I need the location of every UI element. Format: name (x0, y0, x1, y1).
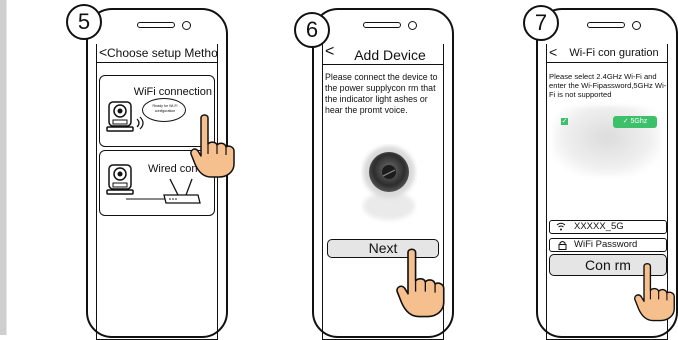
phone-speaker (137, 22, 175, 28)
phone-step-7: < Wi-Fi con guration Please select 2.4GH… (536, 8, 678, 340)
left-margin-line (6, 0, 7, 335)
pointing-hand-icon (190, 114, 235, 178)
router-icon (126, 178, 201, 204)
screen-title: Wi-Fi con guration (569, 47, 659, 59)
phone-step-6: < Add Device Please connect the device t… (312, 8, 454, 340)
next-button-label: Next (368, 240, 398, 256)
confirm-button-label: Con rm (585, 257, 631, 273)
step-number-7: 7 (523, 5, 559, 41)
wifi-password-placeholder: WiFi Password (574, 239, 638, 250)
pointing-hand-icon (396, 248, 445, 318)
ssid-value: XXXXX_5G (574, 221, 624, 232)
phone-camera (182, 21, 191, 30)
tag-5ghz-label: ✓ 5Ghz (622, 118, 648, 125)
tag-5ghz: ✓ 5Ghz (613, 116, 657, 128)
screen-title: Choose setup Method (107, 46, 217, 60)
wifi-password-field[interactable]: WiFi Password (549, 238, 667, 252)
phone-camera (632, 21, 641, 30)
speech-bubble: Ready for Wi-Fi configuration (142, 98, 186, 122)
step-number-5: 5 (66, 4, 102, 40)
camera-device-image (363, 146, 415, 220)
wifi-icon (556, 222, 566, 231)
back-chevron-icon[interactable]: < (325, 44, 334, 61)
lock-icon (558, 241, 567, 250)
back-chevron-icon[interactable]: < (549, 44, 557, 61)
wifi-checkbox[interactable]: ✓ (561, 118, 568, 125)
instructions-text: Please connect the device to the power s… (325, 72, 438, 115)
screen-title: Add Device (354, 47, 426, 63)
camera-device-icon (106, 101, 134, 132)
phone-speaker (363, 22, 401, 28)
pointing-hand-icon (634, 262, 675, 322)
phone-screen: < Add Device Please connect the device t… (322, 44, 445, 340)
nav-bar: < Wi-Fi con guration (547, 44, 667, 63)
phone-screen: < Wi-Fi con guration Please select 2.4GH… (546, 44, 675, 340)
back-chevron-icon[interactable]: < (99, 44, 107, 61)
wifi-signal-icon (136, 116, 144, 130)
step-number-6: 6 (294, 12, 330, 48)
phone-camera (408, 21, 417, 30)
phone-speaker (587, 22, 625, 28)
phone-screen: < Choose setup Method WiFi connection Re… (96, 44, 235, 340)
instructions-text: Please select 2.4GHz Wi-Fi and enter the… (549, 72, 667, 99)
nav-bar: < Add Device (323, 44, 443, 65)
wifi-option-label: WiFi connection (133, 86, 212, 98)
ssid-field[interactable]: XXXXX_5G (549, 220, 667, 234)
nav-bar: < Choose setup Method (97, 44, 217, 63)
phone-step-5: < Choose setup Method WiFi connection Re… (86, 8, 235, 340)
speech-bubble-text: Ready for Wi-Fi configuration (152, 104, 178, 113)
